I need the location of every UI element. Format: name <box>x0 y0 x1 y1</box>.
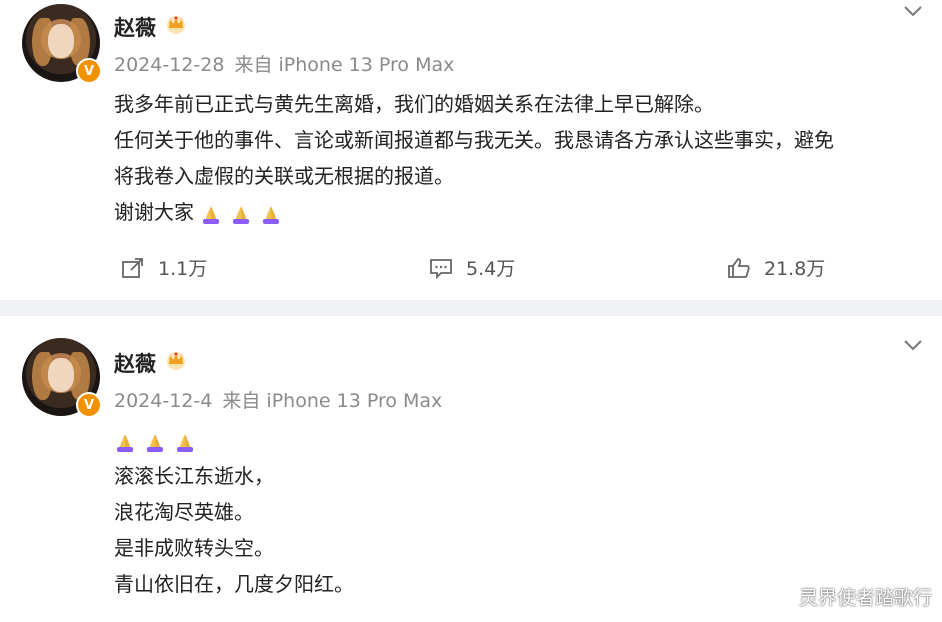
folded-hands-icon <box>233 205 250 224</box>
like-count: 21.8万 <box>764 258 826 280</box>
post-content: 我多年前已正式与黄先生离婚，我们的婚姻关系在法律上早已解除。 任何关于他的事件、… <box>114 86 834 230</box>
weibo-post-1: V 赵薇 2024-12-28 来自 iPhone 13 Pro Max 我多年… <box>0 0 942 300</box>
avatar[interactable]: V <box>22 4 102 84</box>
crown-icon <box>167 16 185 34</box>
post-content: 滚滚长江东逝水， 浪花淘尽英雄。 是非成败转头空。 青山依旧在，几度夕阳红。 <box>114 422 354 602</box>
chevron-down-icon[interactable] <box>902 4 924 18</box>
post-source: 来自 iPhone 13 Pro Max <box>222 390 443 412</box>
verified-badge-icon: V <box>76 392 102 418</box>
thumbs-up-icon <box>728 257 750 278</box>
emoji-row <box>114 431 196 453</box>
content-line: 我多年前已正式与黄先生离婚，我们的婚姻关系在法律上早已解除。 <box>114 92 714 116</box>
verified-badge-icon: V <box>76 58 102 84</box>
watermark: 灵界使者踏歌行 <box>798 587 932 609</box>
post-date[interactable]: 2024-12-4 <box>114 390 212 412</box>
content-line: 谢谢大家 <box>114 200 194 224</box>
action-bar: 1.1万 5.4万 21.8万 <box>0 254 942 290</box>
content-line: 将我卷入虚假的关联或无根据的报道。 <box>114 164 454 188</box>
comment-count: 5.4万 <box>466 258 516 280</box>
avatar-face <box>48 358 74 392</box>
post-divider <box>0 300 942 316</box>
chevron-down-icon[interactable] <box>902 338 924 352</box>
share-icon <box>122 257 143 278</box>
post-meta: 2024-12-4 来自 iPhone 13 Pro Max <box>114 386 446 413</box>
content-line: 浪花淘尽英雄。 <box>114 500 254 524</box>
post-source: 来自 iPhone 13 Pro Max <box>234 54 455 76</box>
post-date[interactable]: 2024-12-28 <box>114 54 224 76</box>
folded-hands-icon <box>147 433 163 452</box>
content-line: 青山依旧在，几度夕阳红。 <box>114 572 354 596</box>
folded-hands-icon <box>203 205 220 224</box>
emoji-row <box>200 203 282 225</box>
username[interactable]: 赵薇 <box>114 348 156 378</box>
content-line: 是非成败转头空。 <box>114 536 274 560</box>
avatar-face <box>48 24 74 58</box>
like-button[interactable]: 21.8万 <box>726 254 825 281</box>
repost-button[interactable]: 1.1万 <box>120 254 207 281</box>
comment-button[interactable]: 5.4万 <box>428 254 515 281</box>
folded-hands-icon <box>177 433 193 452</box>
repost-count: 1.1万 <box>158 258 208 280</box>
folded-hands-icon <box>117 433 133 452</box>
folded-hands-icon <box>263 205 280 224</box>
post-meta: 2024-12-28 来自 iPhone 13 Pro Max <box>114 50 458 77</box>
content-line: 任何关于他的事件、言论或新闻报道都与我无关。我恳请各方承认这些事实，避免 <box>114 128 834 152</box>
comment-icon <box>430 258 452 279</box>
content-line: 滚滚长江东逝水， <box>114 464 274 488</box>
weibo-post-2: V 赵薇 2024-12-4 来自 iPhone 13 Pro Max 滚滚长江… <box>0 316 942 622</box>
avatar[interactable]: V <box>22 338 102 418</box>
username[interactable]: 赵薇 <box>114 12 156 42</box>
crown-icon <box>167 352 185 370</box>
